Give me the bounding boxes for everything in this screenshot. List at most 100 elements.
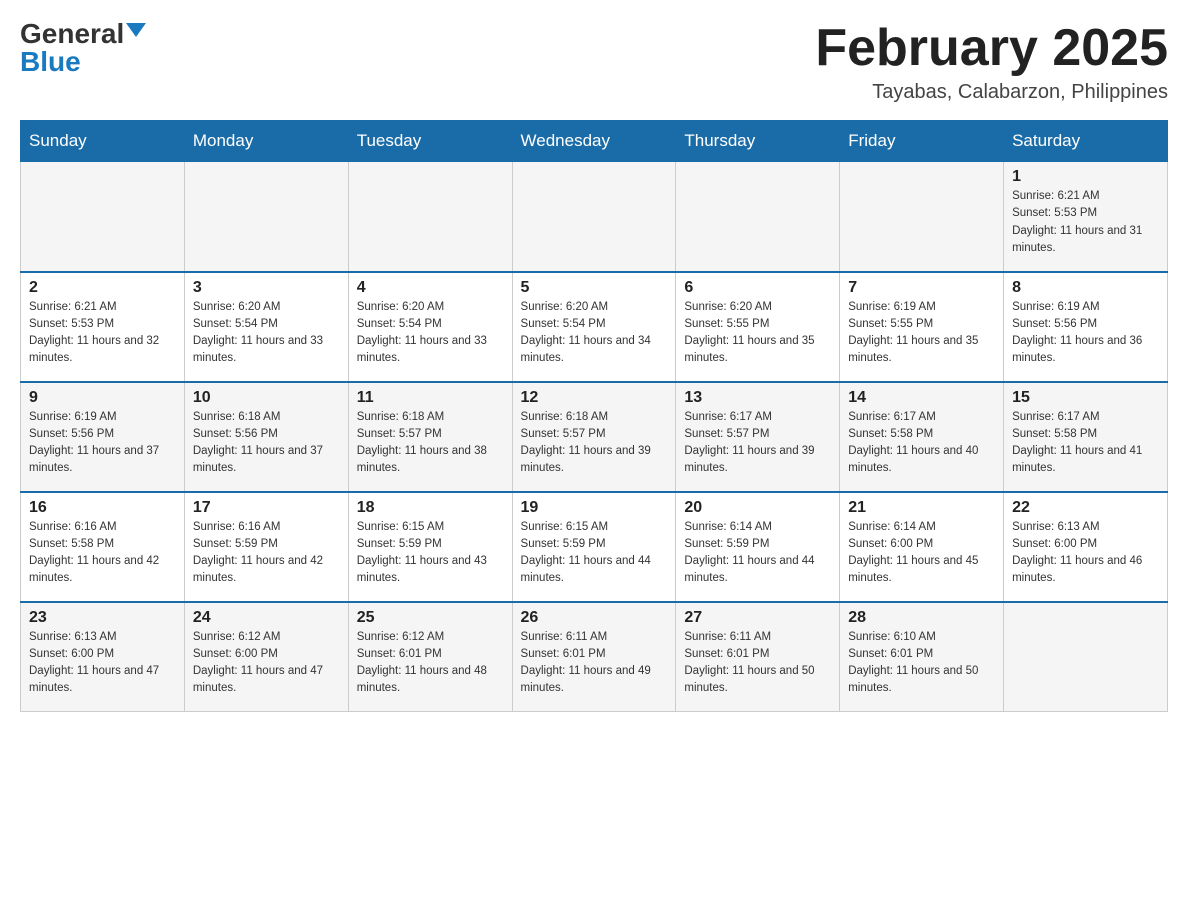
calendar-day-cell: 25 Sunrise: 6:12 AM Sunset: 6:01 PM Dayli… — [348, 602, 512, 712]
day-info: Sunrise: 6:11 AM Sunset: 6:01 PM Dayligh… — [521, 629, 668, 698]
day-info: Sunrise: 6:18 AM Sunset: 5:56 PM Dayligh… — [193, 409, 340, 478]
calendar-day-cell: 14 Sunrise: 6:17 AM Sunset: 5:58 PM Dayli… — [840, 382, 1004, 492]
day-info: Sunrise: 6:17 AM Sunset: 5:57 PM Dayligh… — [684, 409, 831, 478]
day-info: Sunrise: 6:15 AM Sunset: 5:59 PM Dayligh… — [521, 519, 668, 588]
calendar-day-cell — [21, 162, 185, 272]
calendar-day-cell — [1004, 602, 1168, 712]
day-number: 18 — [357, 499, 504, 517]
day-info: Sunrise: 6:16 AM Sunset: 5:59 PM Dayligh… — [193, 519, 340, 588]
day-number: 23 — [29, 609, 176, 627]
header-day-monday: Monday — [184, 121, 348, 162]
logo-blue-text: Blue — [20, 48, 81, 76]
day-number: 12 — [521, 389, 668, 407]
month-title: February 2025 — [815, 20, 1168, 77]
calendar-day-cell: 19Sunrise: 6:15 AM Sunset: 5:59 PM Dayli… — [512, 492, 676, 602]
calendar-day-cell: 15 Sunrise: 6:17 AM Sunset: 5:58 PM Dayli… — [1004, 382, 1168, 492]
day-number: 16 — [29, 499, 176, 517]
logo-triangle-icon — [126, 23, 146, 37]
day-number: 24 — [193, 609, 340, 627]
calendar-day-cell — [676, 162, 840, 272]
header-day-wednesday: Wednesday — [512, 121, 676, 162]
logo-general-text: General — [20, 20, 124, 48]
calendar-week-row: 16 Sunrise: 6:16 AM Sunset: 5:58 PM Dayli… — [21, 492, 1168, 602]
calendar-day-cell: 26 Sunrise: 6:11 AM Sunset: 6:01 PM Dayli… — [512, 602, 676, 712]
header-day-saturday: Saturday — [1004, 121, 1168, 162]
page-header: General Blue February 2025 Tayabas, Cala… — [20, 20, 1168, 104]
day-number: 15 — [1012, 389, 1159, 407]
day-number: 6 — [684, 279, 831, 297]
day-info: Sunrise: 6:15 AM Sunset: 5:59 PM Dayligh… — [357, 519, 504, 588]
calendar-day-cell: 22 Sunrise: 6:13 AM Sunset: 6:00 PM Dayli… — [1004, 492, 1168, 602]
day-info: Sunrise: 6:14 AM Sunset: 5:59 PM Dayligh… — [684, 519, 831, 588]
day-info: Sunrise: 6:20 AM Sunset: 5:55 PM Dayligh… — [684, 299, 831, 368]
day-number: 8 — [1012, 279, 1159, 297]
day-info: Sunrise: 6:17 AM Sunset: 5:58 PM Dayligh… — [1012, 409, 1159, 478]
calendar-day-cell: 2 Sunrise: 6:21 AM Sunset: 5:53 PM Daylig… — [21, 272, 185, 382]
calendar-week-row: 23 Sunrise: 6:13 AM Sunset: 6:00 PM Dayli… — [21, 602, 1168, 712]
header-day-friday: Friday — [840, 121, 1004, 162]
calendar-day-cell: 24 Sunrise: 6:12 AM Sunset: 6:00 PM Dayli… — [184, 602, 348, 712]
day-info: Sunrise: 6:19 AM Sunset: 5:56 PM Dayligh… — [29, 409, 176, 478]
calendar-table: SundayMondayTuesdayWednesdayThursdayFrid… — [20, 120, 1168, 712]
day-info: Sunrise: 6:21 AM Sunset: 5:53 PM Dayligh… — [29, 299, 176, 368]
day-info: Sunrise: 6:20 AM Sunset: 5:54 PM Dayligh… — [357, 299, 504, 368]
day-number: 28 — [848, 609, 995, 627]
calendar-day-cell: 6 Sunrise: 6:20 AM Sunset: 5:55 PM Daylig… — [676, 272, 840, 382]
day-number: 27 — [684, 609, 831, 627]
calendar-day-cell: 20Sunrise: 6:14 AM Sunset: 5:59 PM Dayli… — [676, 492, 840, 602]
calendar-day-cell: 7Sunrise: 6:19 AM Sunset: 5:55 PM Daylig… — [840, 272, 1004, 382]
calendar-day-cell: 12Sunrise: 6:18 AM Sunset: 5:57 PM Dayli… — [512, 382, 676, 492]
calendar-day-cell: 1Sunrise: 6:21 AM Sunset: 5:53 PM Daylig… — [1004, 162, 1168, 272]
day-info: Sunrise: 6:13 AM Sunset: 6:00 PM Dayligh… — [1012, 519, 1159, 588]
logo: General Blue — [20, 20, 146, 76]
title-block: February 2025 Tayabas, Calabarzon, Phili… — [815, 20, 1168, 104]
calendar-day-cell: 23 Sunrise: 6:13 AM Sunset: 6:00 PM Dayli… — [21, 602, 185, 712]
calendar-day-cell: 4 Sunrise: 6:20 AM Sunset: 5:54 PM Daylig… — [348, 272, 512, 382]
calendar-day-cell: 18 Sunrise: 6:15 AM Sunset: 5:59 PM Dayli… — [348, 492, 512, 602]
day-info: Sunrise: 6:14 AM Sunset: 6:00 PM Dayligh… — [848, 519, 995, 588]
header-day-sunday: Sunday — [21, 121, 185, 162]
header-day-tuesday: Tuesday — [348, 121, 512, 162]
day-number: 26 — [521, 609, 668, 627]
calendar-day-cell: 28Sunrise: 6:10 AM Sunset: 6:01 PM Dayli… — [840, 602, 1004, 712]
calendar-day-cell — [840, 162, 1004, 272]
day-info: Sunrise: 6:20 AM Sunset: 5:54 PM Dayligh… — [193, 299, 340, 368]
day-number: 21 — [848, 499, 995, 517]
day-info: Sunrise: 6:19 AM Sunset: 5:56 PM Dayligh… — [1012, 299, 1159, 368]
calendar-day-cell — [512, 162, 676, 272]
day-info: Sunrise: 6:13 AM Sunset: 6:00 PM Dayligh… — [29, 629, 176, 698]
calendar-day-cell: 11Sunrise: 6:18 AM Sunset: 5:57 PM Dayli… — [348, 382, 512, 492]
day-number: 2 — [29, 279, 176, 297]
day-number: 7 — [848, 279, 995, 297]
day-number: 17 — [193, 499, 340, 517]
day-number: 25 — [357, 609, 504, 627]
location-text: Tayabas, Calabarzon, Philippines — [815, 81, 1168, 104]
day-info: Sunrise: 6:21 AM Sunset: 5:53 PM Dayligh… — [1012, 188, 1159, 257]
calendar-header: SundayMondayTuesdayWednesdayThursdayFrid… — [21, 121, 1168, 162]
day-info: Sunrise: 6:11 AM Sunset: 6:01 PM Dayligh… — [684, 629, 831, 698]
day-number: 9 — [29, 389, 176, 407]
calendar-week-row: 1Sunrise: 6:21 AM Sunset: 5:53 PM Daylig… — [21, 162, 1168, 272]
day-info: Sunrise: 6:17 AM Sunset: 5:58 PM Dayligh… — [848, 409, 995, 478]
calendar-day-cell: 13Sunrise: 6:17 AM Sunset: 5:57 PM Dayli… — [676, 382, 840, 492]
day-info: Sunrise: 6:20 AM Sunset: 5:54 PM Dayligh… — [521, 299, 668, 368]
header-row: SundayMondayTuesdayWednesdayThursdayFrid… — [21, 121, 1168, 162]
day-info: Sunrise: 6:12 AM Sunset: 6:00 PM Dayligh… — [193, 629, 340, 698]
day-number: 4 — [357, 279, 504, 297]
day-number: 14 — [848, 389, 995, 407]
day-number: 5 — [521, 279, 668, 297]
day-number: 10 — [193, 389, 340, 407]
calendar-day-cell — [348, 162, 512, 272]
day-number: 3 — [193, 279, 340, 297]
calendar-body: 1Sunrise: 6:21 AM Sunset: 5:53 PM Daylig… — [21, 162, 1168, 712]
calendar-day-cell: 10 Sunrise: 6:18 AM Sunset: 5:56 PM Dayli… — [184, 382, 348, 492]
day-number: 11 — [357, 389, 504, 407]
day-info: Sunrise: 6:12 AM Sunset: 6:01 PM Dayligh… — [357, 629, 504, 698]
calendar-day-cell: 5 Sunrise: 6:20 AM Sunset: 5:54 PM Daylig… — [512, 272, 676, 382]
day-info: Sunrise: 6:16 AM Sunset: 5:58 PM Dayligh… — [29, 519, 176, 588]
calendar-day-cell: 9 Sunrise: 6:19 AM Sunset: 5:56 PM Daylig… — [21, 382, 185, 492]
day-number: 22 — [1012, 499, 1159, 517]
calendar-day-cell: 21 Sunrise: 6:14 AM Sunset: 6:00 PM Dayli… — [840, 492, 1004, 602]
calendar-day-cell: 16 Sunrise: 6:16 AM Sunset: 5:58 PM Dayli… — [21, 492, 185, 602]
header-day-thursday: Thursday — [676, 121, 840, 162]
